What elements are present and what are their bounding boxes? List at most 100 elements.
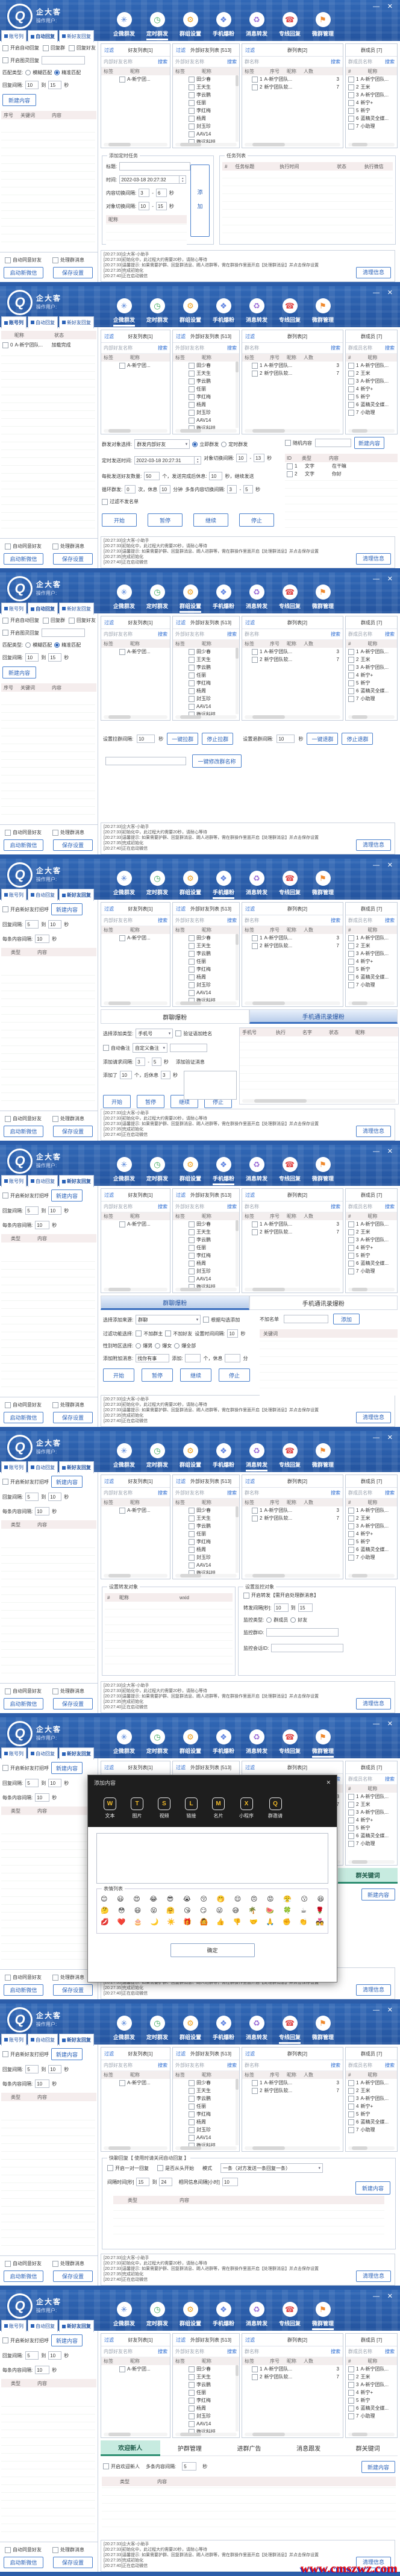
nav-item-4[interactable]: ❖手机爆粉 [209,1729,238,1758]
emoji-icon[interactable]: 😆 [317,1895,323,1904]
list-item[interactable]: A-新宁团... [101,1220,170,1228]
new-content-button[interactable]: 新建内容 [2,666,36,678]
item-checkbox[interactable] [348,116,354,122]
list-item[interactable]: 任丽 [173,385,239,393]
filter-link[interactable]: 过滤 [245,2337,255,2343]
scroll-thumb[interactable] [180,1288,201,1291]
list-item[interactable]: 4新宁+ [346,671,397,679]
nav-item-2[interactable]: ◷定时群发 [143,871,172,899]
search-link[interactable]: 搜索 [227,631,237,638]
emoji-icon[interactable]: 😤 [283,1895,292,1904]
emoji-icon[interactable]: 😌 [234,1895,241,1904]
list-item[interactable]: 李红梅 [173,393,239,401]
nav-item-5[interactable]: ♻消息转发 [242,871,271,899]
enable-newfriend-greet[interactable]: 开启新好友打招呼 [2,1765,49,1772]
scroll-thumb[interactable] [236,2365,239,2376]
list-item[interactable]: 3A-新宁团队... [346,1236,397,1244]
list-item[interactable]: 封玉珍 [173,2412,239,2420]
handle-group-msg-checkbox[interactable] [52,544,58,550]
emoji-icon[interactable]: 😎 [167,1895,173,1904]
skip-owner[interactable]: 不加群主 [136,1330,163,1337]
dialog-close-icon[interactable]: ✕ [326,1779,331,1786]
auto-agree-friend[interactable]: 自动同意好友 [5,829,42,836]
list-item[interactable]: 4新宁+ [346,1816,397,1824]
item-checkbox[interactable] [348,2405,354,2411]
search-link[interactable]: 搜索 [158,2348,167,2355]
list-item[interactable]: 田少春 [173,362,239,369]
item-checkbox[interactable] [189,371,195,377]
auto-agree-friend[interactable]: 自动同意好友 [5,1688,42,1694]
item-checkbox[interactable] [189,1539,195,1545]
blast-female-radio[interactable] [155,1343,160,1349]
horizontal-scrollbar[interactable] [242,1099,396,1103]
auto-remark-checkbox[interactable] [103,1045,109,1051]
item-checkbox[interactable] [348,77,354,83]
search-link[interactable]: 搜索 [331,1490,340,1496]
emoji-icon[interactable]: ☀️ [167,1918,175,1926]
list-item[interactable]: 李红梅 [173,2110,239,2118]
rest-input[interactable] [209,472,222,480]
item-checkbox[interactable] [348,1268,354,1274]
horizontal-scrollbar[interactable] [348,715,395,719]
start-new-wechat-button[interactable]: 启动新微信 [4,267,43,278]
list-item[interactable]: 2新宁团队软...7 [242,942,343,950]
horizontal-scrollbar[interactable] [104,429,167,433]
task-time-spinner[interactable]: ▲▼ [180,175,186,184]
skip-friend[interactable]: 不加好友 [165,1330,192,1337]
search-link[interactable]: 搜索 [158,1203,167,1210]
scroll-thumb[interactable] [236,934,239,945]
item-checkbox[interactable] [252,363,258,369]
item-checkbox[interactable] [348,2111,354,2117]
item-checkbox[interactable] [189,394,195,400]
item-checkbox[interactable] [348,672,354,678]
horizontal-scrollbar[interactable] [348,143,395,146]
horizontal-scrollbar[interactable] [104,1288,167,1291]
match-fuzzy[interactable]: 模糊匹配 [25,69,52,76]
new-content-button[interactable]: 新建内容 [361,2461,395,2473]
horizontal-scrollbar[interactable] [245,1288,340,1291]
list-item[interactable]: 7小助理 [346,1553,397,1561]
monitor-group-id-input[interactable] [266,1628,339,1637]
list-item[interactable]: 李云鹏 [173,950,239,957]
list-item[interactable]: 任丽 [173,1530,239,1538]
handle-group-msg[interactable]: 处理群消息 [52,1688,84,1694]
task-time[interactable]: ▲▼ [119,175,186,184]
left-tab-2[interactable]: 自动回复 [28,2034,58,2046]
search-link[interactable]: 搜索 [385,631,395,638]
wequn-tab-2[interactable]: 护群管理 [160,2440,220,2456]
list-item[interactable]: 任丽 [173,99,239,107]
item-checkbox[interactable] [189,410,195,416]
skip-friend-checkbox[interactable] [165,1330,171,1337]
search-link[interactable]: 搜索 [331,345,340,351]
item-checkbox[interactable] [189,688,195,694]
list-item[interactable]: 3A-新宁团队... [346,2095,397,2102]
nav-item-3[interactable]: ⚙群组设置 [176,1157,205,1185]
nav-item-7[interactable]: ⚑微群管理 [308,584,337,613]
start-new-wechat-button[interactable]: 启动新微信 [4,553,43,565]
nav-item-5[interactable]: ♻消息转发 [242,1157,271,1185]
list-item[interactable]: 2新宁团队软...7 [242,1514,343,1522]
enable-one-to-one[interactable]: 开启一对一回复 [107,2165,149,2172]
start-new-wechat-button[interactable]: 启动新微信 [4,1126,43,1137]
search-link[interactable]: 搜索 [158,917,167,924]
nav-item-5[interactable]: ♻消息转发 [242,12,271,40]
filter-link[interactable]: 过滤 [245,333,255,340]
list-item[interactable]: 6蓝精灵全媒... [346,1832,397,1840]
added-rest-input[interactable] [161,1071,170,1079]
row-checkbox[interactable] [287,463,293,469]
nav-item-3[interactable]: ⚙群组设置 [176,12,205,40]
nav-item-1[interactable]: ✳企微群发 [110,871,139,899]
list-item[interactable]: 6蓝精灵全媒... [346,687,397,695]
list-item[interactable]: 1A-新宁团队...3 [242,1220,343,1228]
scroll-thumb[interactable] [236,1220,239,1231]
list-item[interactable]: 2新宁团队软...7 [242,83,343,91]
list-item[interactable]: 2王米 [346,1228,397,1236]
list-item[interactable]: 2新宁团队软...7 [242,2087,343,2095]
item-checkbox[interactable] [348,1237,354,1243]
list-item[interactable]: 6蓝精灵全媒... [346,1259,397,1267]
row-checkbox[interactable] [287,471,293,477]
list-item[interactable]: 杨周 [173,1259,239,1267]
list-item[interactable]: 1A-新宁团队... [346,1220,397,1228]
scroll-thumb[interactable] [180,1574,201,1578]
list-item[interactable]: 7小助理 [346,981,397,989]
